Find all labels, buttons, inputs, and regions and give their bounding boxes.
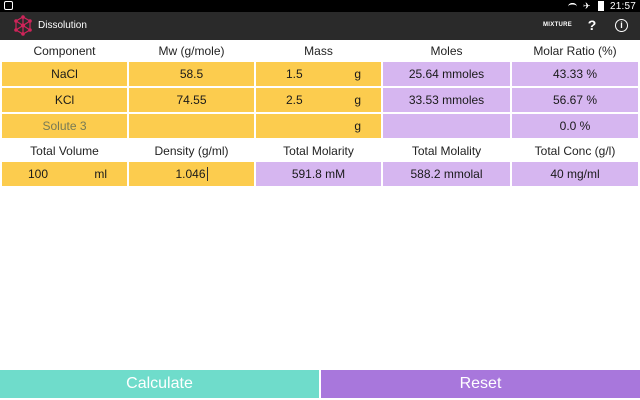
app-title: Dissolution [38, 20, 87, 31]
header-total-volume: Total Volume [30, 144, 99, 158]
status-time: 21:57 [609, 0, 636, 12]
header-density: Density (g/ml) [154, 144, 229, 158]
density-field[interactable]: 1.046 [129, 162, 254, 186]
dissolution-table: Component Mw (g/mole) Mass Moles Molar R… [0, 40, 640, 188]
table-row: KCl 74.55 2.5 g 33.53 mmoles 56.67 % [0, 88, 640, 112]
header-mass: Mass [304, 44, 333, 58]
help-button[interactable]: ? [586, 17, 598, 33]
app-bar: Dissolution MIXTURE ? i [0, 12, 640, 40]
airplane-icon: ✈ [582, 0, 591, 11]
moles-value: 33.53 mmoles [383, 88, 510, 112]
wifi-icon [567, 2, 577, 9]
component-name-field[interactable]: KCl [2, 88, 127, 112]
total-conc-value: 40 mg/ml [512, 162, 638, 186]
total-volume-field[interactable]: 100 ml [2, 162, 127, 186]
mw-field[interactable]: 58.5 [129, 62, 254, 86]
mass-unit: g [354, 119, 361, 133]
header-moles: Moles [430, 44, 463, 58]
volume-unit: ml [94, 167, 107, 181]
header-component: Component [33, 44, 96, 58]
density-value: 1.046 [175, 167, 206, 181]
component-name-field[interactable]: Solute 3 [2, 114, 127, 138]
totals-row: 100 ml 1.046 591.8 mM 588.2 mmolal 40 mg… [0, 162, 640, 186]
header-total-conc: Total Conc (g/l) [534, 144, 616, 158]
header-total-molality: Total Molality [411, 144, 482, 158]
mass-field[interactable]: 1.5 g [256, 62, 381, 86]
molar-ratio-value: 43.33 % [512, 62, 638, 86]
component-name-field[interactable]: NaCl [2, 62, 127, 86]
notification-icon [4, 1, 13, 10]
status-icons: ✈ 21:57 [567, 0, 636, 12]
mass-field[interactable]: 2.5 g [256, 88, 381, 112]
mw-field[interactable]: 74.55 [129, 88, 254, 112]
table-row: Solute 3 g 0.0 % [0, 114, 640, 138]
reset-button[interactable]: Reset [321, 370, 640, 398]
molar-ratio-value: 0.0 % [512, 114, 638, 138]
mass-unit: g [354, 67, 361, 81]
info-button[interactable]: i [615, 19, 628, 32]
molar-ratio-value: 56.67 % [512, 88, 638, 112]
mass-unit: g [354, 93, 361, 107]
moles-value [383, 114, 510, 138]
total-volume-value: 100 [28, 167, 49, 181]
table-header-row: Component Mw (g/mole) Mass Moles Molar R… [0, 40, 640, 62]
header-total-molarity: Total Molarity [283, 144, 354, 158]
mass-value: 1.5 [286, 67, 303, 81]
mass-field[interactable]: g [256, 114, 381, 138]
battery-icon [597, 1, 604, 11]
status-bar: ✈ 21:57 [0, 0, 640, 12]
text-cursor [206, 167, 208, 181]
header-molar-ratio: Molar Ratio (%) [533, 44, 617, 58]
table-row: NaCl 58.5 1.5 g 25.64 mmoles 43.33 % [0, 62, 640, 86]
totals-header-row: Total Volume Density (g/ml) Total Molari… [0, 140, 640, 162]
total-molality-value: 588.2 mmolal [383, 162, 510, 186]
header-mw: Mw (g/mole) [158, 44, 225, 58]
moles-value: 25.64 mmoles [383, 62, 510, 86]
calculate-button[interactable]: Calculate [0, 370, 319, 398]
mw-field[interactable] [129, 114, 254, 138]
total-molarity-value: 591.8 mM [256, 162, 381, 186]
mass-value: 2.5 [286, 93, 303, 107]
mixture-button[interactable]: MIXTURE [543, 22, 572, 28]
molecule-logo-icon [14, 15, 32, 36]
